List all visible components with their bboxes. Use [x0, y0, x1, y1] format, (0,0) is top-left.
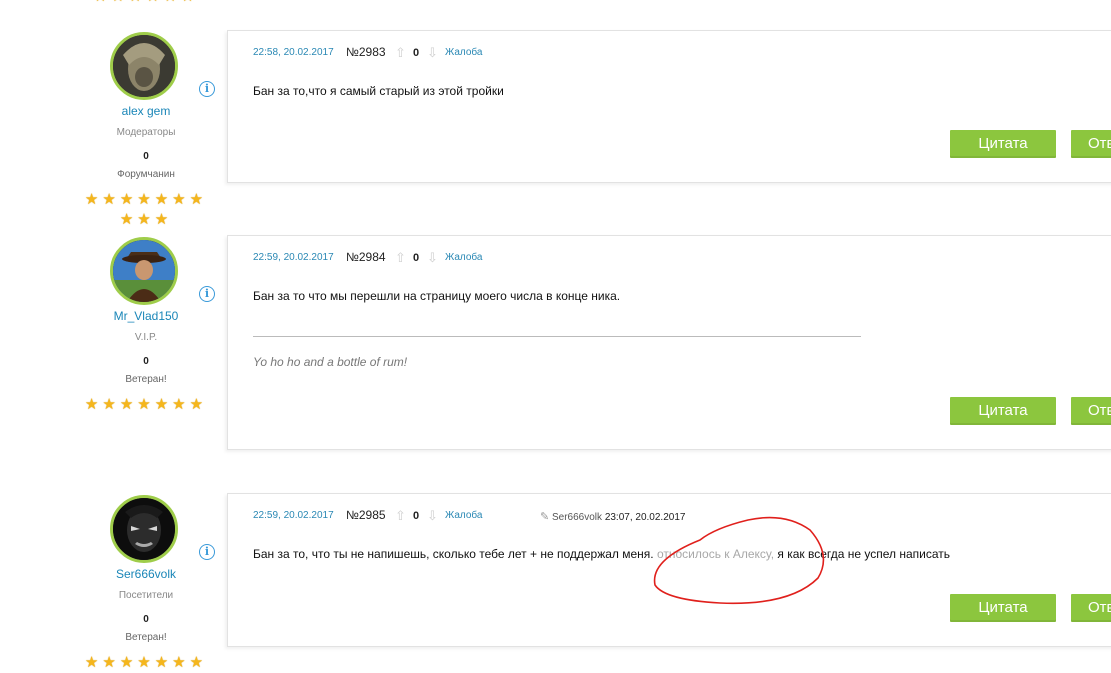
- user-post-count: 0: [143, 356, 149, 367]
- username[interactable]: Mr_Vlad150: [80, 309, 212, 323]
- info-icon[interactable]: i: [199, 286, 215, 302]
- arrow-down-icon[interactable]: ⇩: [427, 250, 438, 266]
- quote-button[interactable]: Цитата: [950, 130, 1056, 158]
- arrow-down-icon[interactable]: ⇩: [427, 508, 438, 524]
- star-icon: ★★★★★★★: [84, 654, 208, 671]
- post-text-muted: относилось к Алексу,: [653, 547, 775, 561]
- user-rank: Ветеран!: [125, 632, 167, 643]
- post-content-box: 22:58, 20.02.2017 №2983 ⇧ 0 ⇩ Жалоба Бан…: [227, 30, 1111, 183]
- quote-button[interactable]: Цитата: [950, 594, 1056, 622]
- user-rank: Форумчанин: [117, 169, 175, 180]
- post-date[interactable]: 22:58, 20.02.2017: [253, 47, 334, 58]
- avatar[interactable]: [110, 32, 178, 100]
- user-group: V.I.P.: [134, 332, 158, 343]
- edit-info: ✎ Ser666volk 23:07, 20.02.2017: [540, 510, 685, 523]
- post-text-main: Бан за то, что ты не напишешь, сколько т…: [253, 547, 654, 561]
- post-number[interactable]: №2983: [346, 45, 386, 59]
- signature-divider: [253, 336, 861, 337]
- report-link[interactable]: Жалоба: [445, 510, 482, 521]
- user-post-count: 0: [143, 614, 149, 625]
- arrow-up-icon[interactable]: ⇧: [395, 250, 406, 266]
- edited-by: Ser666volk: [552, 512, 603, 523]
- post-text: Бан за то что мы перешли на страницу мое…: [253, 289, 621, 303]
- post-score: 0: [413, 47, 420, 59]
- star-icon: ★★★★★★★: [84, 396, 208, 413]
- arrow-down-icon[interactable]: ⇩: [427, 45, 438, 61]
- info-icon[interactable]: i: [199, 81, 215, 97]
- post-author-info: i Ser666volk Посетители 0 Ветеран! ★★★★★…: [80, 463, 215, 671]
- avatar[interactable]: [110, 237, 178, 305]
- post-text-end: я как всегда не успел написать: [774, 547, 951, 561]
- user-rank: Ветеран!: [125, 374, 167, 385]
- user-signature: Yo ho ho and a bottle of rum!: [253, 355, 408, 369]
- post-date[interactable]: 22:59, 20.02.2017: [253, 252, 334, 263]
- arrow-up-icon[interactable]: ⇧: [395, 45, 406, 61]
- post-content-box: 22:59, 20.02.2017 №2985 ⇧ 0 ⇩ Жалоба ✎ S…: [227, 493, 1111, 647]
- post-score: 0: [413, 252, 420, 264]
- user-stars: ★★★★★★★: [80, 653, 212, 673]
- user-group: Модераторы: [116, 127, 176, 138]
- report-link[interactable]: Жалоба: [445, 252, 482, 263]
- post-date[interactable]: 22:59, 20.02.2017: [253, 510, 334, 521]
- user-post-count: 0: [143, 151, 149, 162]
- arrow-up-icon[interactable]: ⇧: [395, 508, 406, 524]
- report-link[interactable]: Жалоба: [445, 47, 482, 58]
- avatar[interactable]: [110, 495, 178, 563]
- user-stars: ★★★★★★★: [80, 395, 212, 415]
- pencil-icon: ✎: [540, 511, 550, 523]
- post-content-box: 22:59, 20.02.2017 №2984 ⇧ 0 ⇩ Жалоба Бан…: [227, 235, 1111, 450]
- post-text: Бан за то, что ты не напишешь, сколько т…: [253, 547, 950, 561]
- post-number[interactable]: №2984: [346, 250, 386, 264]
- edited-at: 23:07, 20.02.2017: [604, 512, 686, 523]
- username[interactable]: alex gem: [80, 104, 212, 118]
- post-number[interactable]: №2985: [346, 508, 386, 522]
- post-author-info: i Mr_Vlad150 V.I.P. 0 Ветеран! ★★★★★★★: [80, 205, 215, 425]
- post-score: 0: [413, 510, 420, 522]
- reply-button[interactable]: Отв: [1071, 397, 1111, 425]
- post-author-info: i alex gem Модераторы 0 Форумчанин ★★★★★…: [80, 0, 215, 230]
- quote-button[interactable]: Цитата: [950, 397, 1056, 425]
- info-icon[interactable]: i: [199, 544, 215, 560]
- reply-button[interactable]: Отв: [1071, 130, 1111, 158]
- reply-button[interactable]: Отв: [1071, 594, 1111, 622]
- post-text: Бан за то,что я самый старый из этой тро…: [253, 84, 504, 98]
- user-group: Посетители: [118, 590, 174, 601]
- username[interactable]: Ser666volk: [80, 567, 212, 581]
